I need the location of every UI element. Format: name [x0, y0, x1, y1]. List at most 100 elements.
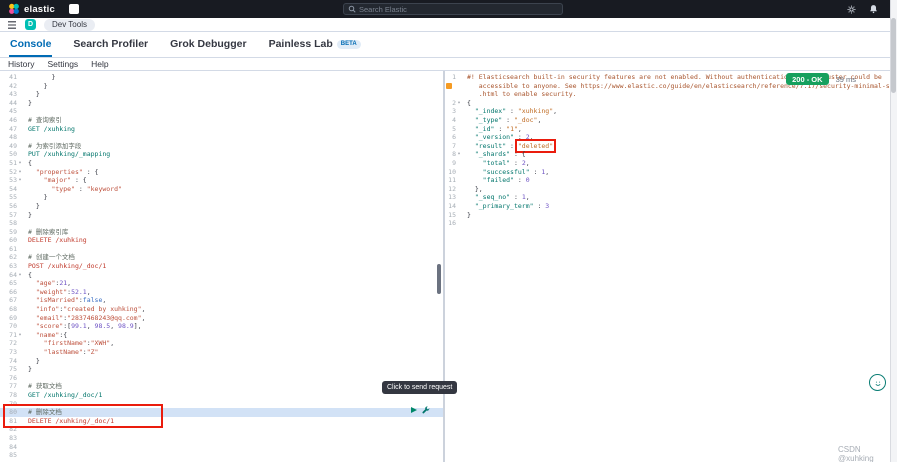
code-text: "weight":52.1, — [24, 288, 91, 297]
line-number: 54 — [9, 184, 17, 193]
code-line[interactable]: 78 GET /xuhking/_doc/1 — [0, 391, 443, 400]
breadcrumb-devtools[interactable]: Dev Tools — [44, 18, 95, 31]
code-line[interactable]: 64 ▾ { — [0, 271, 443, 280]
settings-link[interactable]: Settings — [47, 59, 78, 69]
line-number: 80 — [9, 408, 17, 417]
code-line[interactable]: 76 — [0, 374, 443, 383]
code-line[interactable]: 68 "info":"created by xuhking", — [0, 305, 443, 314]
tab-console[interactable]: Console — [9, 38, 53, 57]
tab-painless-lab[interactable]: Painless Lab BETA — [268, 38, 362, 57]
tab-grok-debugger[interactable]: Grok Debugger — [169, 38, 247, 57]
token: "score" — [35, 322, 64, 331]
page-scrollbar[interactable] — [890, 0, 897, 462]
token: "_type" — [474, 115, 503, 124]
logo-text: elastic — [24, 3, 55, 15]
code-line[interactable]: 59 # 删除索引库 — [0, 228, 443, 237]
page-scrollbar-thumb[interactable] — [891, 18, 896, 93]
line-number: 69 — [9, 313, 17, 322]
token: 99.1 — [71, 322, 87, 331]
global-search-input[interactable] — [359, 4, 558, 14]
feedback-button[interactable] — [869, 374, 886, 391]
code-line[interactable]: 79 — [0, 400, 443, 409]
line-number: 73 — [9, 348, 17, 356]
code-line[interactable]: 44} — [0, 99, 443, 108]
settings-icon[interactable] — [847, 5, 856, 14]
elastic-logo[interactable]: elastic — [8, 3, 55, 15]
help-link[interactable]: Help — [91, 59, 108, 69]
code-line[interactable]: 77 # 获取文档 — [0, 382, 443, 391]
code-line[interactable]: 83 — [0, 434, 443, 443]
code-line[interactable]: 53 ▾ "major" : { — [0, 176, 443, 185]
code-line[interactable]: 41 } — [0, 73, 443, 82]
code-line[interactable]: 80 # 删除文档 — [0, 408, 443, 417]
code-line[interactable]: 74 } — [0, 357, 443, 366]
code-line[interactable]: 82 — [0, 425, 443, 434]
nav-menu-button[interactable] — [7, 20, 17, 29]
code-line[interactable]: 65 "age":21, — [0, 279, 443, 288]
code-line[interactable]: 84 — [0, 443, 443, 452]
code-line[interactable]: 45 — [0, 107, 443, 116]
code-line[interactable]: 48 — [0, 133, 443, 142]
code-line[interactable]: 55 } — [0, 193, 443, 202]
code-line[interactable]: 49 # 为索引添加字段 — [0, 142, 443, 151]
code-text: } — [24, 82, 48, 91]
fold-toggle-icon[interactable]: ▾ — [17, 331, 23, 340]
fold-toggle-icon[interactable]: ▾ — [456, 150, 462, 159]
fold-toggle-icon[interactable]: ▾ — [17, 271, 23, 280]
space-avatar[interactable]: D — [25, 19, 36, 30]
global-search[interactable] — [343, 3, 563, 15]
token: # 创建一个文档 — [28, 253, 75, 262]
code-text: GET /xuhking/_doc/1 — [24, 391, 102, 400]
editor-panel[interactable]: 41 } 42 } 43 } 44} 45 46 # 查询索引 47 GET /xuhking 4… — [0, 71, 445, 462]
line-number: 46 — [9, 115, 17, 124]
code-line[interactable]: 62 # 创建一个文档 — [0, 253, 443, 262]
token: } — [28, 81, 48, 90]
pinned-app-icon[interactable] — [68, 4, 79, 14]
code-text: DELETE /xuhking/_doc/1 — [24, 417, 114, 426]
code-line[interactable]: 54 "type" : "keyword" — [0, 185, 443, 194]
token: , — [141, 313, 146, 322]
token: , — [529, 133, 534, 142]
code-line[interactable]: 50 PUT /xuhking/_mapping — [0, 150, 443, 159]
code-line[interactable]: 42 } — [0, 82, 443, 91]
code-line[interactable]: 60 DELETE /xuhking — [0, 236, 443, 245]
send-request-button[interactable] — [411, 407, 417, 413]
token: 0 — [525, 176, 530, 185]
request-options-button[interactable] — [422, 406, 430, 414]
code-line[interactable]: 57} — [0, 211, 443, 220]
code-line[interactable]: 70 "score":[99.1, 98.5, 98.9], — [0, 322, 443, 331]
code-line[interactable]: 73 "lastName":"Z" — [0, 348, 443, 357]
token: , — [525, 193, 530, 202]
code-line[interactable]: 52 ▾ "properties" : { — [0, 168, 443, 177]
line-number: 48 — [9, 133, 17, 142]
fold-toggle-icon[interactable]: ▾ — [17, 176, 23, 185]
code-text: # 查询索引 — [24, 116, 62, 125]
code-line[interactable]: 66 "weight":52.1, — [0, 288, 443, 297]
tab-search-profiler[interactable]: Search Profiler — [72, 38, 149, 57]
elastic-logo-icon — [9, 3, 19, 14]
code-line[interactable]: 72 "firstName":"XWH", — [0, 339, 443, 348]
code-line[interactable]: 69 "email":"2837468243@qq.com", — [0, 314, 443, 323]
code-line[interactable]: 63 POST /xuhking/_doc/1 — [0, 262, 443, 271]
code-line[interactable]: 85 — [0, 451, 443, 460]
code-line[interactable]: 58 — [0, 219, 443, 228]
code-line[interactable]: 47 GET /xuhking — [0, 125, 443, 134]
fold-toggle-icon[interactable]: ▾ — [17, 159, 23, 168]
code-line[interactable]: 81 DELETE /xuhking/_doc/1 — [0, 417, 443, 426]
fold-toggle-icon[interactable]: ▾ — [17, 168, 23, 177]
history-link[interactable]: History — [8, 59, 34, 69]
code-text: "_id" : "1", — [463, 125, 522, 134]
code-line[interactable]: 46 # 查询索引 — [0, 116, 443, 125]
code-line[interactable]: 56 } — [0, 202, 443, 211]
notifications-icon[interactable] — [869, 4, 878, 14]
code-line[interactable]: 51 ▾ { — [0, 159, 443, 168]
editor-code[interactable]: 41 } 42 } 43 } 44} 45 46 # 查询索引 47 GET /xuhking 4… — [0, 71, 443, 460]
fold-toggle-icon[interactable]: ▾ — [456, 99, 462, 108]
code-line[interactable]: 71 ▾ "name":{ — [0, 331, 443, 340]
code-line[interactable]: 67 "isMarried":false, — [0, 296, 443, 305]
editor-scrollbar-thumb[interactable] — [437, 264, 441, 294]
token: "result" — [474, 141, 507, 150]
code-line[interactable]: 75} — [0, 365, 443, 374]
code-line[interactable]: 43 } — [0, 90, 443, 99]
